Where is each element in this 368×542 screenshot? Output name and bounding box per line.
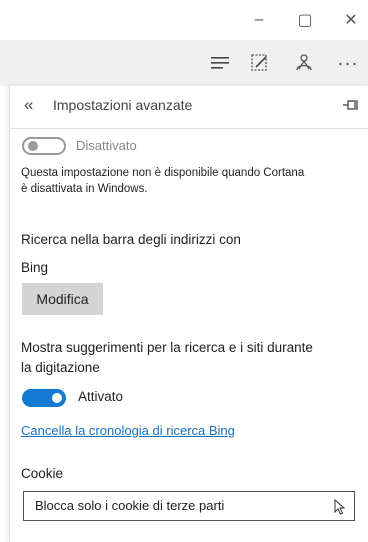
pin-icon[interactable] xyxy=(343,98,359,117)
toggle-knob xyxy=(28,141,38,151)
search-engine-value: Bing xyxy=(21,260,49,275)
settings-panel: « Impostazioni avanzate Disattivato Ques… xyxy=(9,86,368,542)
maximize-button[interactable]: ▢ xyxy=(290,8,320,32)
title-bar: – ▢ ✕ xyxy=(0,0,368,40)
suggestions-toggle[interactable] xyxy=(22,389,66,407)
cookies-select-value: Blocca solo i cookie di terze parti xyxy=(35,498,225,513)
cookies-select[interactable]: Blocca solo i cookie di terze parti xyxy=(23,491,355,521)
panel-title: Impostazioni avanzate xyxy=(53,97,193,113)
minimize-button[interactable]: – xyxy=(244,8,274,32)
suggestions-toggle-label: Attivato xyxy=(78,389,124,404)
toggle-knob xyxy=(52,393,62,403)
hub-icon[interactable] xyxy=(206,50,234,76)
cortana-toggle[interactable] xyxy=(22,137,66,155)
browser-toolbar: ··· xyxy=(0,40,368,86)
panel-header: « Impostazioni avanzate xyxy=(10,86,368,129)
cortana-toggle-label: Disattivato xyxy=(76,138,137,153)
cortana-note-line2: è disattivata in Windows. xyxy=(21,183,148,195)
cookies-label: Cookie xyxy=(21,466,64,481)
close-icon: ✕ xyxy=(344,12,358,29)
back-icon[interactable]: « xyxy=(24,95,33,115)
share-icon[interactable] xyxy=(290,50,318,76)
web-note-icon[interactable] xyxy=(246,50,274,76)
change-search-engine-button[interactable]: Modifica xyxy=(22,283,103,315)
maximize-icon: ▢ xyxy=(297,12,313,29)
suggestions-label-line2: la digitazione xyxy=(21,360,100,375)
more-icon[interactable]: ··· xyxy=(334,50,362,76)
close-button[interactable]: ✕ xyxy=(336,8,366,32)
suggestions-label-line1: Mostra suggerimenti per la ricerca e i s… xyxy=(21,340,313,355)
minimize-icon: – xyxy=(254,11,264,28)
search-engine-label: Ricerca nella barra degli indirizzi con xyxy=(21,232,241,247)
clear-search-history-link[interactable]: Cancella la cronologia di ricerca Bing xyxy=(21,423,235,438)
cortana-note-line1: Questa impostazione non è disponibile qu… xyxy=(21,167,305,179)
cursor-icon xyxy=(334,498,346,520)
